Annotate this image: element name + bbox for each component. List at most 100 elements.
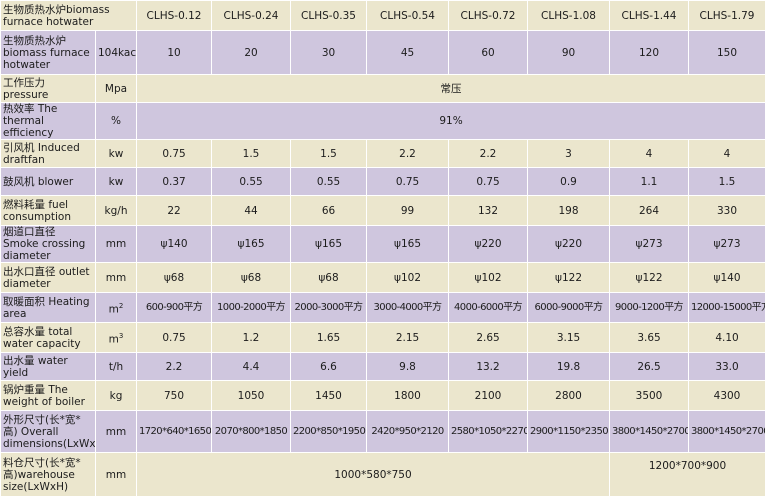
spec-table: 生物质热水炉biomass furnace hotwater CLHS-0.12… <box>0 0 765 497</box>
value-cell: 20 <box>212 31 291 75</box>
value-cell: ψ122 <box>610 263 689 293</box>
value-cell: 2900*1150*2350 <box>528 411 610 453</box>
unit-base: m <box>109 303 119 315</box>
row-unit: kw <box>96 168 137 196</box>
value-cell: ψ165 <box>291 226 367 263</box>
value-cell: 13.2 <box>449 353 528 381</box>
value-cell: 3000-4000平方 <box>367 293 449 323</box>
value-cell: 99 <box>367 196 449 226</box>
table-row: 总容水量 total water capacity m3 0.75 1.2 1.… <box>1 323 765 353</box>
value-cell: 2420*950*2120 <box>367 411 449 453</box>
value-cell: 2.2 <box>449 140 528 168</box>
value-cell: 1.1 <box>610 168 689 196</box>
row-unit: kg/h <box>96 196 137 226</box>
value-cell: 60 <box>449 31 528 75</box>
row-label: 燃料耗量 fuel consumption <box>1 196 96 226</box>
table-row: 生物质热水炉 biomass furnace hotwater 104kacl … <box>1 31 765 75</box>
unit-exponent: 2 <box>119 302 123 310</box>
value-cell: 3800*1450*2700 <box>610 411 689 453</box>
value-cell: ψ102 <box>449 263 528 293</box>
value-cell: 4.4 <box>212 353 291 381</box>
value-cell: 264 <box>610 196 689 226</box>
value-cell: 45 <box>367 31 449 75</box>
value-cell: 2.2 <box>137 353 212 381</box>
value-cell: 0.75 <box>137 140 212 168</box>
value-cell: 2800 <box>528 381 610 411</box>
row-label: 锅炉重量 The weight of boiler <box>1 381 96 411</box>
value-cell: 2.65 <box>449 323 528 353</box>
value-cell: ψ273 <box>689 226 765 263</box>
table-row: 外形尺寸(长*宽*高) Overall dimensions(LxWxH) mm… <box>1 411 765 453</box>
unit-exponent: 3 <box>119 332 123 340</box>
row-unit: 104kacl <box>96 31 137 75</box>
value-cell: 2.15 <box>367 323 449 353</box>
merged-value-cell: 1000*580*750 <box>137 453 610 497</box>
model-cell: CLHS-0.54 <box>367 1 449 31</box>
value-cell: 26.5 <box>610 353 689 381</box>
value-cell: 2.2 <box>367 140 449 168</box>
table-row: 燃料耗量 fuel consumption kg/h 22 44 66 99 1… <box>1 196 765 226</box>
value-cell: 120 <box>610 31 689 75</box>
value-cell: 4000-6000平方 <box>449 293 528 323</box>
row-unit: kw <box>96 140 137 168</box>
merged-value-cell: 91% <box>137 103 765 140</box>
value-cell: 330 <box>689 196 765 226</box>
unit-base: m <box>109 333 119 345</box>
value-cell: 66 <box>291 196 367 226</box>
merged-value-cell: 常压 <box>137 75 765 103</box>
value-cell: ψ68 <box>137 263 212 293</box>
value-cell: ψ68 <box>291 263 367 293</box>
value-cell: 0.55 <box>291 168 367 196</box>
value-cell: 2070*800*1850 <box>212 411 291 453</box>
row-unit: mm <box>96 263 137 293</box>
row-label: 取暖面积 Heating area <box>1 293 96 323</box>
value-cell: 1450 <box>291 381 367 411</box>
value-cell: 4.10 <box>689 323 765 353</box>
value-cell: 19.8 <box>528 353 610 381</box>
value-cell: ψ140 <box>689 263 765 293</box>
value-cell: 0.75 <box>449 168 528 196</box>
row-unit: mm <box>96 453 137 497</box>
table-row: 引风机 Induced draftfan kw 0.75 1.5 1.5 2.2… <box>1 140 765 168</box>
row-label: 总容水量 total water capacity <box>1 323 96 353</box>
value-cell: 0.55 <box>212 168 291 196</box>
value-cell: 9.8 <box>367 353 449 381</box>
row-unit: m3 <box>96 323 137 353</box>
value-cell: 1.5 <box>291 140 367 168</box>
row-unit: mm <box>96 411 137 453</box>
value-cell: 3.15 <box>528 323 610 353</box>
value-cell: 3 <box>528 140 610 168</box>
value-cell: 198 <box>528 196 610 226</box>
value-cell: 4 <box>689 140 765 168</box>
header-row: 生物质热水炉biomass furnace hotwater CLHS-0.12… <box>1 1 765 31</box>
model-cell: CLHS-0.24 <box>212 1 291 31</box>
table-row: 料仓尺寸(长*宽*高)warehouse size(LxWxH) mm 1000… <box>1 453 765 497</box>
model-cell: CLHS-0.72 <box>449 1 528 31</box>
value-cell: ψ122 <box>528 263 610 293</box>
model-cell: CLHS-0.12 <box>137 1 212 31</box>
model-cell: CLHS-1.79 <box>689 1 765 31</box>
value-cell: 2580*1050*2270 <box>449 411 528 453</box>
row-unit: t/h <box>96 353 137 381</box>
table-row: 取暖面积 Heating area m2 600-900平方 1000-2000… <box>1 293 765 323</box>
value-cell: ψ273 <box>610 226 689 263</box>
value-cell: 4 <box>610 140 689 168</box>
row-label: 出水口直径 outlet diameter <box>1 263 96 293</box>
header-title: 生物质热水炉biomass furnace hotwater <box>1 1 137 31</box>
value-cell: 0.9 <box>528 168 610 196</box>
value-cell: 1800 <box>367 381 449 411</box>
value-cell: ψ220 <box>528 226 610 263</box>
value-cell: 10 <box>137 31 212 75</box>
model-cell: CLHS-1.08 <box>528 1 610 31</box>
merged-value-cell: 1200*700*900 <box>610 453 765 497</box>
value-cell: 1720*640*1650 <box>137 411 212 453</box>
value-cell: 12000-15000平方 <box>689 293 765 323</box>
row-label: 生物质热水炉 biomass furnace hotwater <box>1 31 96 75</box>
value-cell: 90 <box>528 31 610 75</box>
table-row: 工作压力 pressure Mpa 常压 <box>1 75 765 103</box>
row-unit: m2 <box>96 293 137 323</box>
row-label: 烟道口直径 Smoke crossing diameter <box>1 226 96 263</box>
value-cell: 3800*1450*2700 <box>689 411 765 453</box>
row-label: 外形尺寸(长*宽*高) Overall dimensions(LxWxH) <box>1 411 96 453</box>
value-cell: 2200*850*1950 <box>291 411 367 453</box>
